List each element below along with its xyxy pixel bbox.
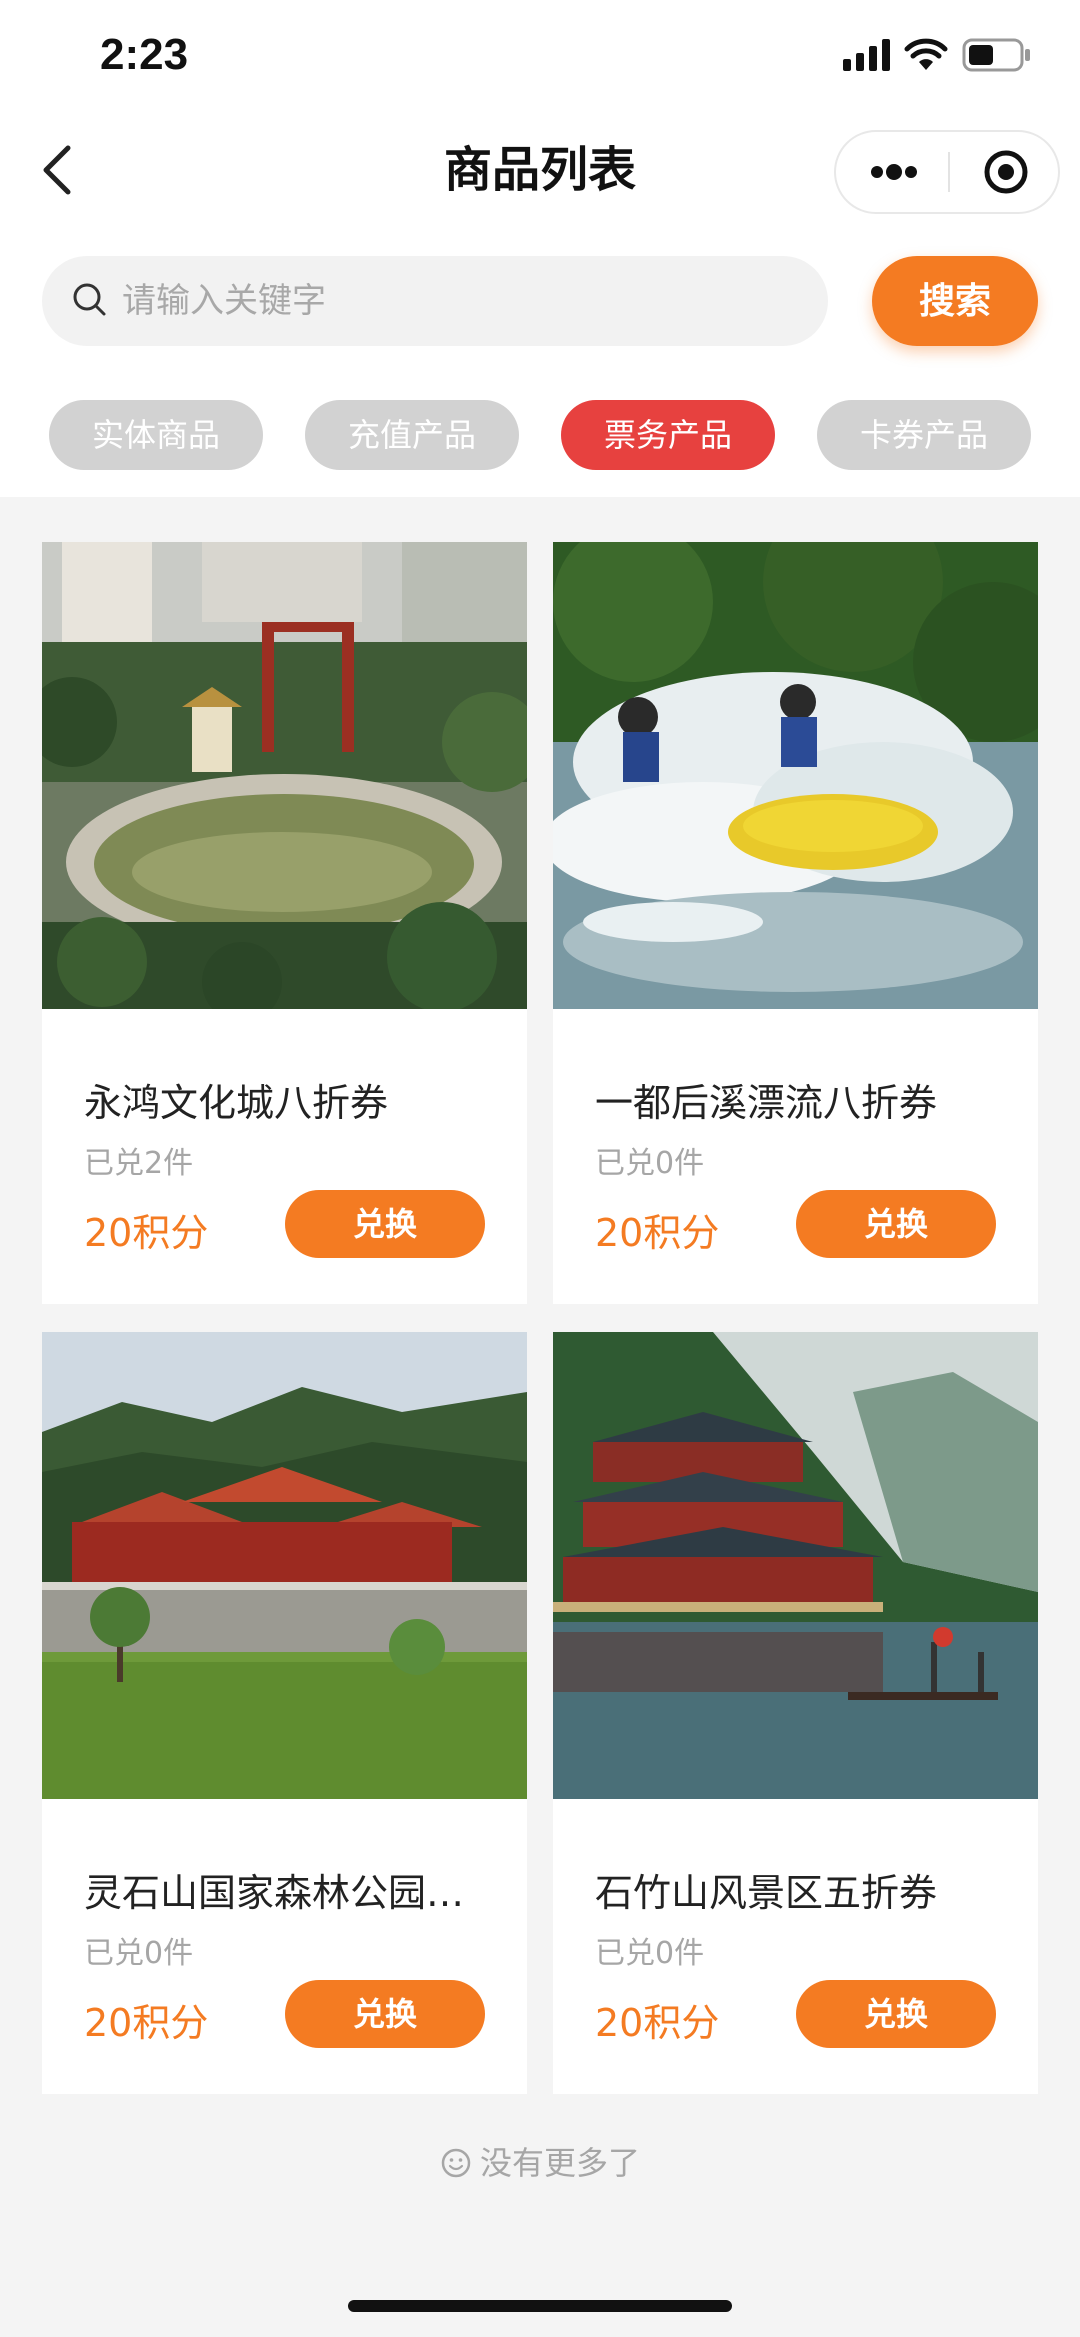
- no-more-indicator: 没有更多了: [0, 2138, 1080, 2184]
- more-dots-icon: [871, 164, 917, 180]
- product-card[interactable]: 灵石山国家森林公园… 已兑0件 20积分 兑换: [42, 1332, 527, 2094]
- product-card[interactable]: 永鸿文化城八折券 已兑2件 20积分 兑换: [42, 542, 527, 1304]
- tab-recharge[interactable]: 充值产品: [305, 400, 519, 470]
- close-miniprogram-button[interactable]: [950, 132, 1060, 212]
- target-icon: [984, 150, 1028, 194]
- product-name: 灵石山国家森林公园…: [84, 1871, 465, 1915]
- status-icons: [843, 38, 1032, 72]
- exchange-button[interactable]: 兑换: [796, 1190, 996, 1258]
- signal-icon: [843, 39, 890, 71]
- search-button[interactable]: 搜索: [872, 256, 1038, 346]
- product-price: 20积分: [84, 2001, 209, 2045]
- product-card[interactable]: 石竹山风景区五折券 已兑0件 20积分 兑换: [553, 1332, 1038, 2094]
- product-sold-count: 已兑2件: [84, 1146, 194, 1181]
- home-indicator: [348, 2300, 732, 2312]
- status-time: 2:23: [100, 30, 189, 79]
- wifi-icon: [904, 38, 948, 72]
- no-more-text: 没有更多了: [479, 2144, 640, 2182]
- product-sold-count: 已兑0件: [595, 1936, 705, 1971]
- status-bar: 2:23: [0, 0, 1080, 110]
- search-placeholder: 请输入关键字: [122, 281, 326, 321]
- product-sold-count: 已兑0件: [84, 1936, 194, 1971]
- exchange-button[interactable]: 兑换: [796, 1980, 996, 2048]
- search-input[interactable]: 请输入关键字: [42, 256, 828, 346]
- product-image[interactable]: [42, 542, 527, 1009]
- category-tabs: 实体商品 充值产品 票务产品 卡券产品: [0, 400, 1080, 470]
- product-name: 永鸿文化城八折券: [84, 1081, 389, 1125]
- search-icon: [73, 283, 106, 316]
- nav-bar: 商品列表: [0, 110, 1080, 235]
- header-area: 2:23 商品列表 请输入关键字 搜索 实体商品 充值产品 票务产品 卡券产品: [0, 0, 1080, 497]
- product-image[interactable]: [553, 542, 1038, 1009]
- battery-icon: [962, 38, 1032, 72]
- tab-physical-goods[interactable]: 实体商品: [49, 400, 263, 470]
- more-button[interactable]: [836, 132, 948, 212]
- smile-icon: [441, 2148, 471, 2178]
- product-price: 20积分: [595, 2001, 720, 2045]
- miniprogram-capsule: [834, 130, 1060, 214]
- product-card[interactable]: 一都后溪漂流八折券 已兑0件 20积分 兑换: [553, 542, 1038, 1304]
- exchange-button[interactable]: 兑换: [285, 1980, 485, 2048]
- product-name: 一都后溪漂流八折券: [595, 1081, 938, 1125]
- exchange-button[interactable]: 兑换: [285, 1190, 485, 1258]
- product-image[interactable]: [42, 1332, 527, 1799]
- product-price: 20积分: [595, 1211, 720, 1255]
- product-price: 20积分: [84, 1211, 209, 1255]
- product-sold-count: 已兑0件: [595, 1146, 705, 1181]
- product-name: 石竹山风景区五折券: [595, 1871, 938, 1915]
- product-image[interactable]: [553, 1332, 1038, 1799]
- tab-coupons[interactable]: 卡券产品: [817, 400, 1031, 470]
- tab-tickets[interactable]: 票务产品: [561, 400, 775, 470]
